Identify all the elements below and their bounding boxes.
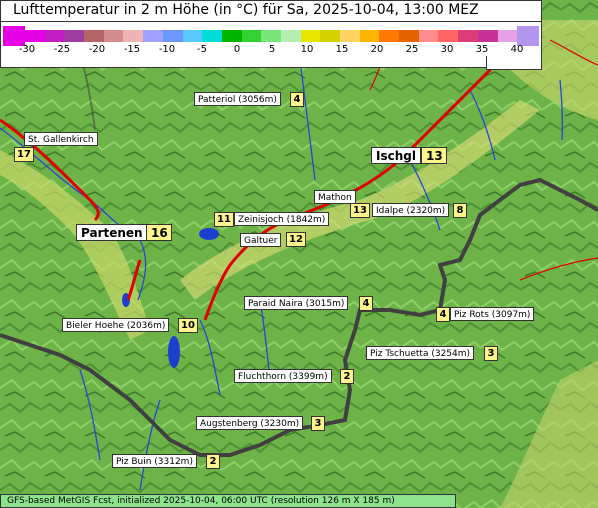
legend-color-step: [123, 30, 144, 42]
legend-color-step: [418, 30, 439, 42]
legend-tick-label: 10: [300, 44, 314, 55]
label-ischgl: Ischgl: [371, 147, 421, 164]
legend-color-step: [162, 30, 183, 42]
legend-color-step: [182, 30, 203, 42]
value-partenen: 16: [146, 224, 172, 241]
legend-color-step: [280, 30, 301, 42]
lake-zeinisjoch: [199, 228, 219, 240]
label-patteriol: Patteriol (3056m): [194, 92, 281, 106]
value-augstenberg: 3: [311, 416, 325, 431]
title-bar: Lufttemperatur in 2 m Höhe (in °C) für S…: [0, 0, 542, 22]
legend-tick-label: 15: [335, 44, 349, 55]
legend-high-swatch: [517, 26, 539, 46]
label-augstenberg: Augstenberg (3230m): [196, 416, 304, 430]
label-zeinisjoch: Zeinisjoch (1842m): [234, 212, 330, 226]
legend-color-step: [458, 30, 478, 42]
value-piz-tschuetta: 3: [484, 346, 498, 361]
legend-tick-label: -25: [53, 44, 71, 55]
legend-tick-label: -15: [123, 44, 141, 55]
value-ischgl: 13: [421, 147, 447, 164]
legend-corner: [486, 56, 542, 70]
legend-color-step: [477, 30, 498, 42]
legend-tick-label: 20: [370, 44, 384, 55]
legend-tick-label: 35: [475, 44, 489, 55]
legend-color-step: [340, 30, 360, 42]
value-patteriol: 4: [290, 92, 304, 107]
value-piz-buin: 2: [206, 454, 220, 469]
value-idalpe: 8: [453, 203, 467, 218]
label-partenen: Partenen: [76, 224, 148, 241]
legend-color-step: [143, 30, 163, 42]
legend-color-step: [261, 30, 281, 42]
value-galtuer: 12: [286, 232, 306, 247]
legend-tick-label: -30: [18, 44, 36, 55]
value-mathon: 13: [350, 203, 370, 218]
value-zeinisjoch: 11: [214, 212, 234, 227]
label-idalpe: Idalpe (2320m): [372, 203, 450, 217]
legend-tick-label: 25: [405, 44, 419, 55]
temperature-legend: -30 -25 -20 -15 -10 -5 0 5 10 15 20 25 30 35 40: [0, 22, 542, 68]
label-piz-buin: Piz Buin (3312m): [112, 454, 197, 468]
legend-color-step: [103, 30, 124, 42]
forecast-footer: GFS-based MetGIS Fcst, initialized 2025-…: [0, 494, 456, 508]
legend-color-step: [438, 30, 459, 42]
lake-silvretta: [168, 336, 180, 368]
legend-color-step: [497, 30, 518, 42]
legend-color-step: [84, 30, 104, 42]
label-st-gallenkirch: St. Gallenkirch: [24, 132, 98, 146]
label-fluchthorn: Fluchthorn (3399m): [234, 369, 332, 383]
legend-color-step: [25, 30, 45, 42]
legend-color-step: [44, 30, 65, 42]
legend-color-step: [359, 30, 380, 42]
value-piz-rots: 4: [436, 307, 450, 322]
label-piz-rots: Piz Rots (3097m): [450, 307, 535, 321]
label-galtuer: Galtuer: [240, 233, 282, 247]
legend-color-step: [379, 30, 400, 42]
legend-tick-label: -5: [197, 44, 207, 55]
legend-tick-label: -20: [88, 44, 106, 55]
legend-tick-label: -10: [158, 44, 176, 55]
label-mathon: Mathon: [314, 190, 356, 204]
legend-color-step: [300, 30, 321, 42]
legend-color-step: [241, 30, 262, 42]
legend-tick-label: 0: [233, 44, 241, 55]
legend-color-scale: [25, 30, 518, 42]
temperature-map: [0, 0, 598, 508]
label-paraid-naira: Paraid Naira (3015m): [244, 296, 349, 310]
legend-color-step: [399, 30, 419, 42]
legend-color-step: [64, 30, 85, 42]
value-st-gallenkirch: 17: [14, 147, 34, 162]
value-fluchthorn: 2: [340, 369, 354, 384]
legend-low-swatch: [3, 26, 25, 46]
legend-color-step: [202, 30, 222, 42]
legend-tick-label: 40: [510, 44, 524, 55]
value-paraid-naira: 4: [359, 296, 373, 311]
label-bieler-hoehe: Bieler Hoehe (2036m): [62, 318, 170, 332]
label-piz-tschuetta: Piz Tschuetta (3254m): [366, 346, 475, 360]
legend-color-step: [221, 30, 242, 42]
value-bieler-hoehe: 10: [178, 318, 198, 333]
legend-tick-label: 5: [268, 44, 276, 55]
map-title: Lufttemperatur in 2 m Höhe (in °C) für S…: [13, 2, 479, 18]
legend-tick-label: 30: [440, 44, 454, 55]
legend-color-step: [320, 30, 340, 42]
